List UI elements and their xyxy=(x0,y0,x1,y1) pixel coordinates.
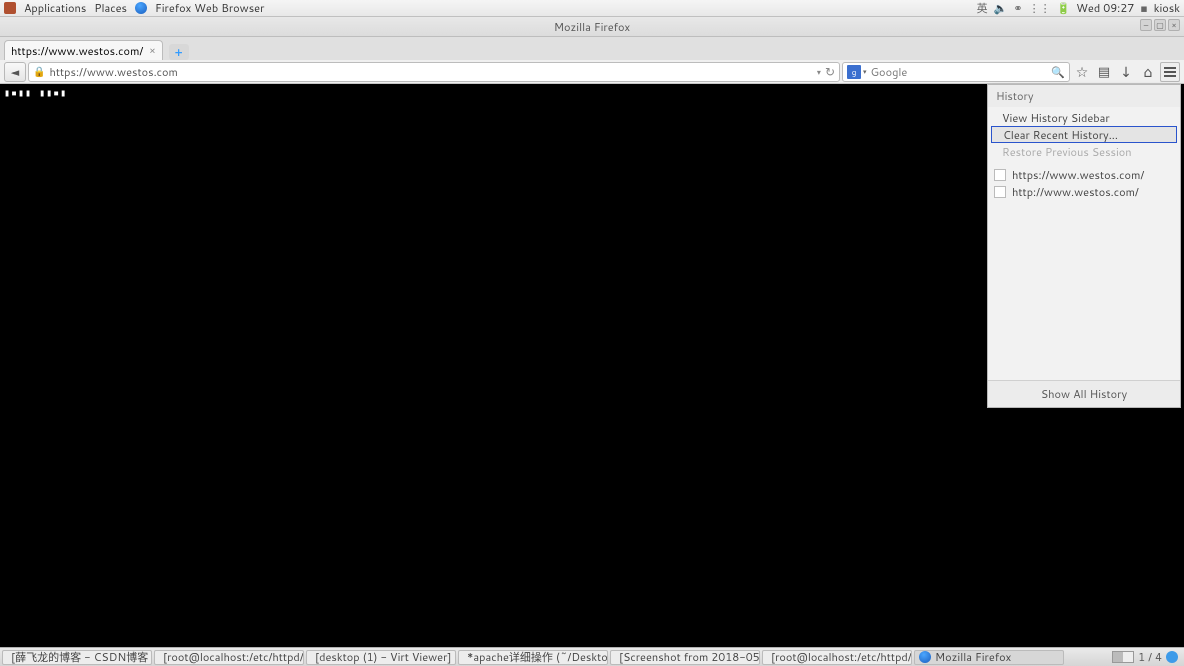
show-all-history[interactable]: Show All History xyxy=(988,380,1180,407)
title-bar: Mozilla Firefox – ▢ × xyxy=(0,17,1184,37)
task-label: *apache详细操作 (~/Desktop/... xyxy=(467,650,608,665)
session-icon[interactable]: ▪ xyxy=(1140,0,1147,16)
places-menu[interactable]: Places xyxy=(94,0,127,16)
active-app-title: Firefox Web Browser xyxy=(155,0,264,16)
task-label: Mozilla Firefox xyxy=(935,650,1011,665)
task-screenshot[interactable]: [Screenshot from 2018-05-27 ... xyxy=(610,650,760,665)
workspace-indicator[interactable]: 1 / 4 xyxy=(1138,649,1162,665)
search-submit-icon[interactable]: 🔍 xyxy=(1051,64,1065,80)
page-body-text: ▮▪▮▮ ▮▮▪▮ xyxy=(4,88,67,99)
user-label[interactable]: kiosk xyxy=(1154,0,1180,16)
search-bar[interactable]: g ▾ 🔍 xyxy=(842,62,1070,82)
close-button[interactable]: × xyxy=(1168,19,1180,31)
tab-westos[interactable]: https://www.westos.com/ × xyxy=(4,40,163,60)
task-csdn[interactable]: [薛飞龙的博客 - CSDN博客 - Mo... xyxy=(2,650,152,665)
task-label: [desktop (1) - Virt Viewer] xyxy=(315,650,451,665)
engine-dropdown-icon[interactable]: ▾ xyxy=(863,67,867,77)
history-entry-url: https://www.westos.com/ xyxy=(1012,167,1144,183)
downloads-icon[interactable]: ↓ xyxy=(1116,62,1136,82)
task-terminal-2[interactable]: [root@localhost:/etc/httpd/con... xyxy=(762,650,912,665)
maximize-button[interactable]: ▢ xyxy=(1154,19,1166,31)
url-text: https://www.westos.com xyxy=(49,64,812,80)
task-label: [Screenshot from 2018-05-27 ... xyxy=(619,650,760,665)
new-tab-button[interactable]: + xyxy=(169,44,189,60)
url-bar[interactable]: 🔒 https://www.westos.com ▾ ↻ xyxy=(28,62,840,82)
bluetooth-icon[interactable]: ⚭ xyxy=(1013,0,1022,16)
page-icon xyxy=(994,169,1006,181)
workspace-switcher-icon[interactable] xyxy=(1112,651,1134,663)
search-engine-icon[interactable]: g xyxy=(847,65,861,79)
clock[interactable]: Wed 09:27 xyxy=(1076,0,1134,16)
volume-icon[interactable]: 🔈 xyxy=(994,0,1008,16)
window-title: Mozilla Firefox xyxy=(554,19,630,35)
task-gedit[interactable]: *apache详细操作 (~/Desktop/... xyxy=(458,650,608,665)
applications-menu[interactable]: Applications xyxy=(24,0,86,16)
search-input[interactable] xyxy=(871,64,1052,80)
task-virt-viewer[interactable]: [desktop (1) - Virt Viewer] xyxy=(306,650,456,665)
url-dropdown-icon[interactable]: ▾ xyxy=(817,66,821,78)
history-entry[interactable]: http://www.westos.com/ xyxy=(988,183,1180,200)
nav-toolbar: ◄ 🔒 https://www.westos.com ▾ ↻ g ▾ 🔍 ☆ ▤… xyxy=(0,60,1184,84)
accessibility-icon[interactable] xyxy=(1166,651,1178,663)
task-label: [root@localhost:/etc/httpd/con... xyxy=(163,650,304,665)
page-icon xyxy=(994,186,1006,198)
restore-previous-session: Restore Previous Session xyxy=(988,143,1180,160)
tab-title: https://www.westos.com/ xyxy=(11,43,143,59)
tab-strip: https://www.westos.com/ × + xyxy=(0,37,1184,60)
history-entry-url: http://www.westos.com/ xyxy=(1012,184,1139,200)
task-label: [薛飞龙的博客 - CSDN博客 - Mo... xyxy=(11,650,152,665)
home-icon[interactable]: ⌂ xyxy=(1138,62,1158,82)
bookmarks-list-icon[interactable]: ▤ xyxy=(1094,62,1114,82)
battery-icon[interactable]: 🔋 xyxy=(1057,0,1071,16)
firefox-app-icon xyxy=(135,2,147,14)
wifi-icon[interactable]: ⋮⋮ xyxy=(1029,0,1051,16)
back-button[interactable]: ◄ xyxy=(4,62,26,82)
input-method-indicator[interactable]: 英 xyxy=(977,0,988,16)
activities-icon xyxy=(4,2,16,14)
reload-icon[interactable]: ↻ xyxy=(825,63,835,80)
bookmark-star-icon[interactable]: ☆ xyxy=(1072,62,1092,82)
hamburger-menu-button[interactable] xyxy=(1160,62,1180,82)
history-panel: History View History Sidebar Clear Recen… xyxy=(987,84,1181,408)
gnome-taskbar: [薛飞龙的博客 - CSDN博客 - Mo... [root@localhost… xyxy=(0,647,1184,666)
task-label: [root@localhost:/etc/httpd/con... xyxy=(771,650,912,665)
view-history-sidebar[interactable]: View History Sidebar xyxy=(988,109,1180,126)
clear-recent-history[interactable]: Clear Recent History... xyxy=(991,126,1177,143)
history-panel-title: History xyxy=(988,85,1180,107)
lock-icon: 🔒 xyxy=(33,65,45,79)
firefox-icon xyxy=(919,651,931,663)
task-firefox[interactable]: Mozilla Firefox xyxy=(914,650,1064,665)
tab-close-icon[interactable]: × xyxy=(149,44,155,58)
minimize-button[interactable]: – xyxy=(1140,19,1152,31)
gnome-top-bar: Applications Places Firefox Web Browser … xyxy=(0,0,1184,17)
history-entry[interactable]: https://www.westos.com/ xyxy=(988,166,1180,183)
task-terminal-1[interactable]: [root@localhost:/etc/httpd/con... xyxy=(154,650,304,665)
